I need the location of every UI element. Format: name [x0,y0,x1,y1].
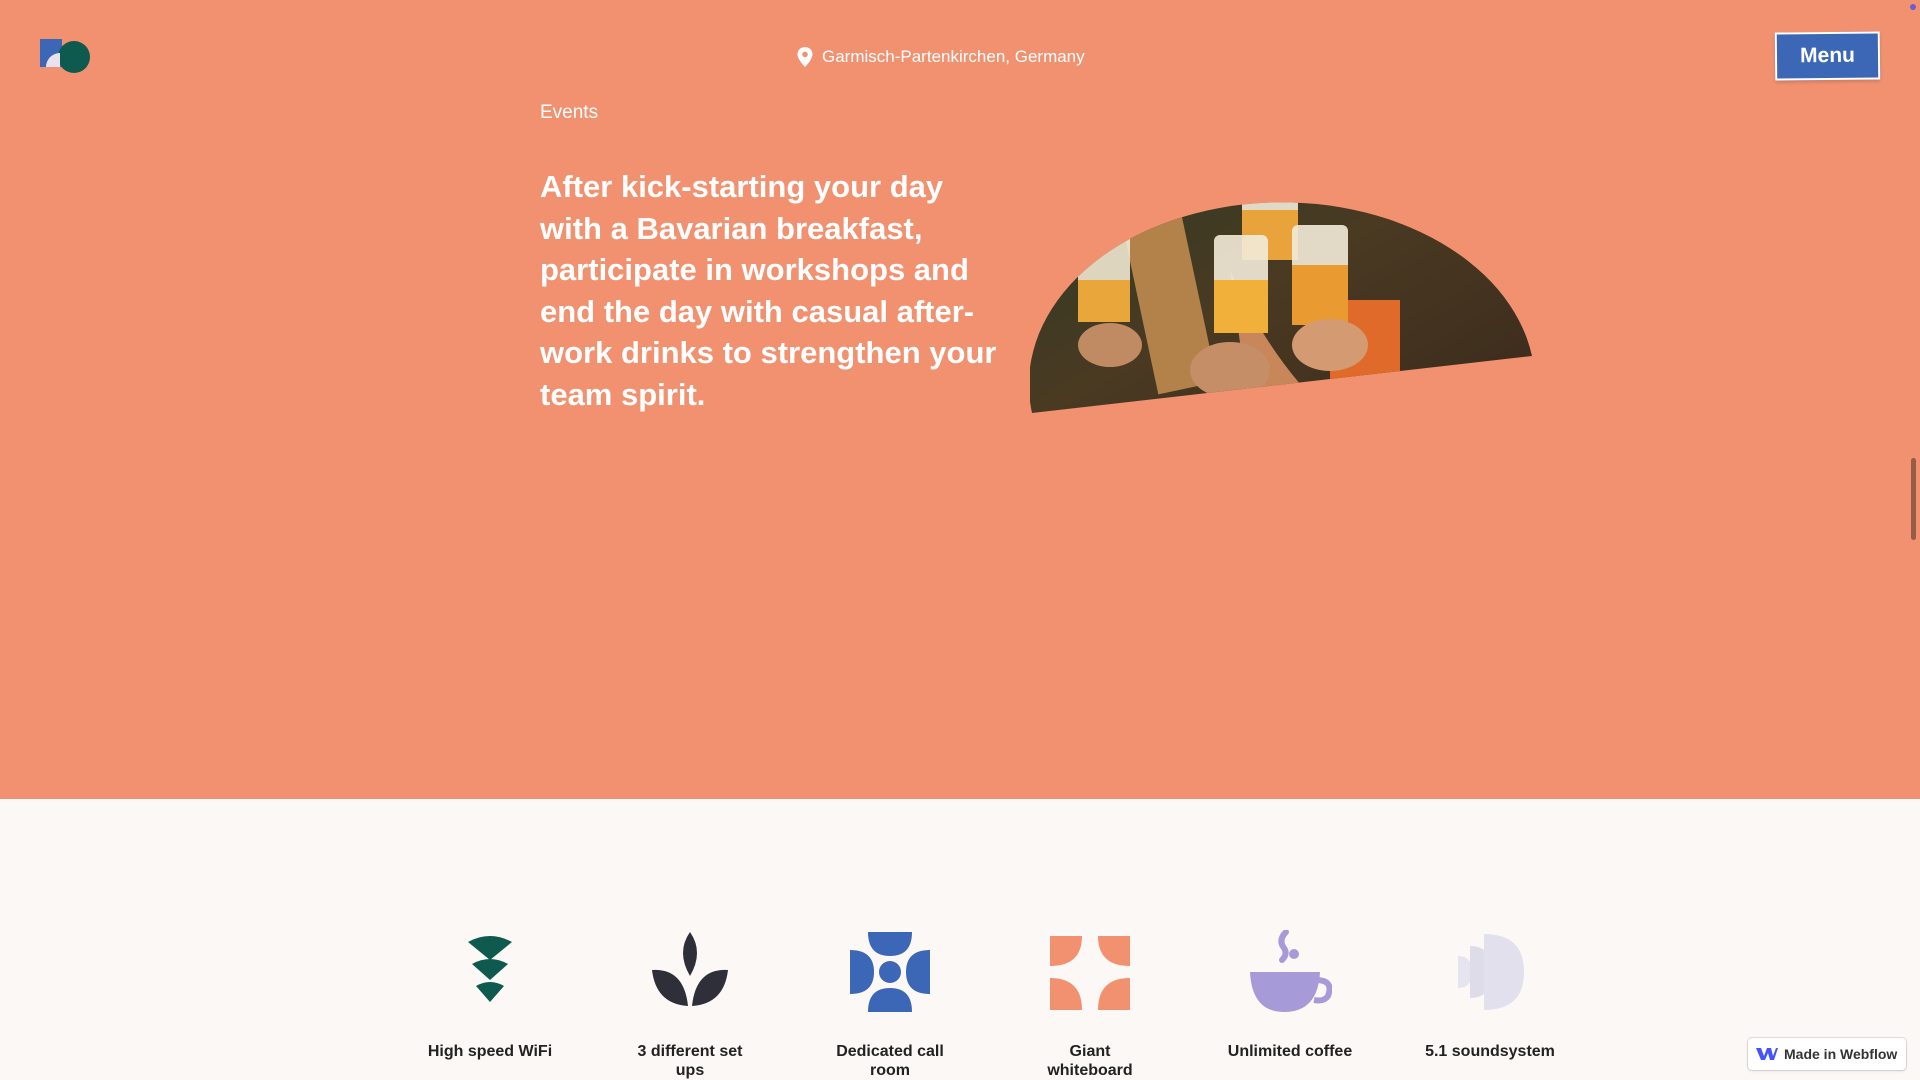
amenity-label: 3 different set ups [637,1043,743,1079]
amenity-item-sound: 5.1 soundsystem [1410,930,1570,1060]
amenities-list: High speed WiFi 3 different set ups Dedi… [410,930,1610,1080]
speaker-icon [1458,934,1524,1010]
event-photo [1030,202,1532,414]
brand-logo[interactable] [38,37,94,77]
hero-section: Garmisch-Partenkirchen, Germany Menu Eve… [0,0,1920,799]
amenity-item-call-room: Dedicated call room [810,930,970,1079]
amenity-item-wifi: High speed WiFi [410,930,570,1060]
amenity-label: Dedicated call room [836,1043,944,1079]
webflow-logo-icon [1756,1048,1778,1060]
menu-button[interactable]: Menu [1774,31,1881,81]
location-indicator: Garmisch-Partenkirchen, Germany [796,45,1085,69]
leaf-icon [652,932,728,1006]
amenity-label: High speed WiFi [427,1043,553,1060]
corner-indicator-dot [1910,4,1916,10]
wifi-icon [468,936,512,1002]
map-pin-icon [797,47,813,67]
amenity-label: Giant whiteboard [1047,1043,1133,1079]
amenity-item-coffee: Unlimited coffee [1210,930,1370,1060]
whiteboard-icon [1050,936,1130,1010]
amenity-label: Unlimited coffee [1227,1043,1353,1060]
scrollbar-thumb[interactable] [1911,458,1916,540]
hero-headline: After kick-starting your day with a Bava… [540,169,997,412]
call-room-icon [850,932,930,1012]
amenity-label: 5.1 soundsystem [1425,1043,1555,1060]
made-in-webflow-badge[interactable]: Made in Webflow [1748,1038,1906,1070]
badge-label: Made in Webflow [1784,1046,1898,1062]
location-text: Garmisch-Partenkirchen, Germany [822,47,1085,66]
amenity-item-setups: 3 different set ups [610,930,770,1079]
section-eyebrow: Events [540,102,599,123]
amenity-item-whiteboard: Giant whiteboard [1010,930,1170,1079]
coffee-icon [1250,930,1332,1012]
